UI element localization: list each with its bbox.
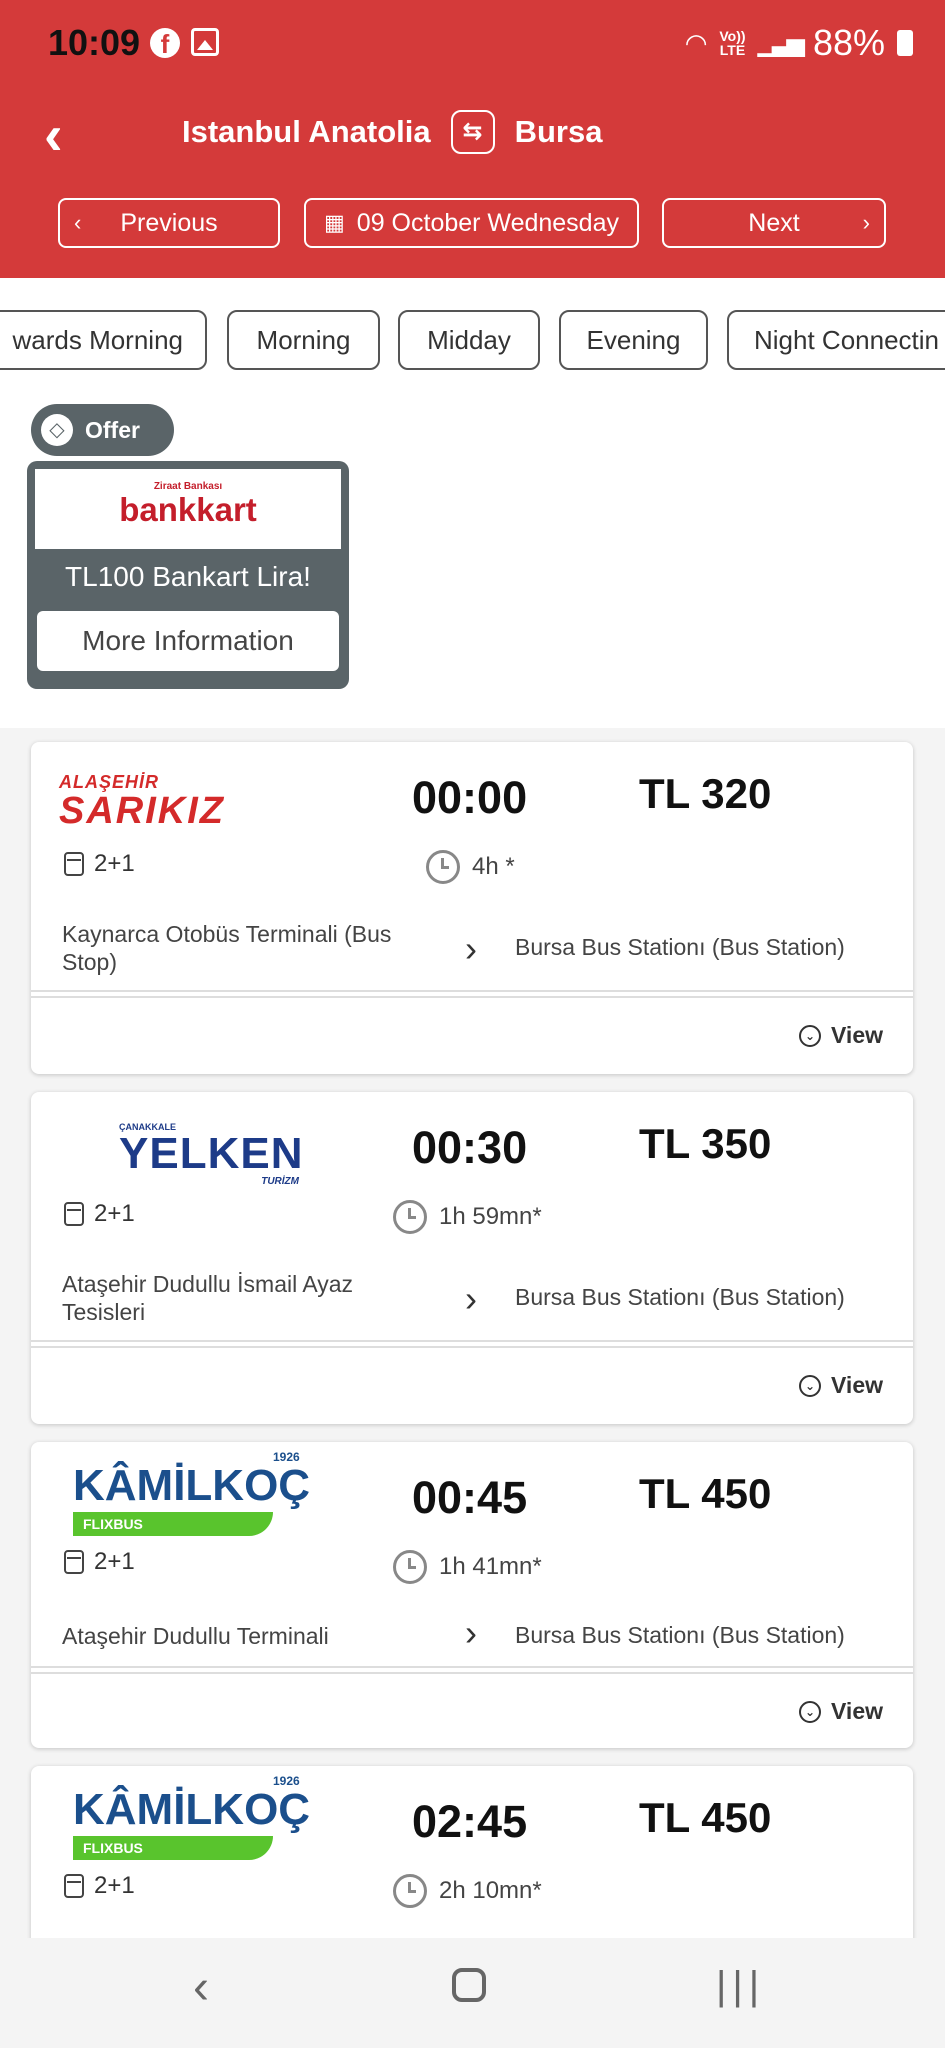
origin-label: Istanbul Anatolia <box>182 114 431 149</box>
seat-layout: 2+1 <box>64 850 135 878</box>
company-logo-sarikiz: ALAŞEHİR SARIKIZ <box>59 772 225 832</box>
facebook-icon: f <box>150 28 180 59</box>
trip-card[interactable]: ÇANAKKALE YELKEN TURİZM 2+1 00:30 TL 350… <box>31 1092 913 1424</box>
chevron-left-icon: ‹ <box>74 210 82 235</box>
duration: 4h * <box>426 850 515 884</box>
filter-morning[interactable]: Morning <box>227 310 380 370</box>
status-time: 10:09 <box>48 22 141 63</box>
divider <box>31 990 913 998</box>
chevron-down-circle-icon: ⌄ <box>799 1374 821 1397</box>
calendar-icon: ▦ <box>324 210 345 235</box>
view-button[interactable]: ⌄ View <box>799 1698 883 1725</box>
next-day-button[interactable]: Next › <box>662 198 886 248</box>
back-icon[interactable]: ‹ <box>44 107 63 163</box>
previous-day-button[interactable]: ‹ Previous <box>58 198 280 248</box>
diamond-icon: ◇ <box>41 414 73 446</box>
view-button[interactable]: ⌄ View <box>799 1372 883 1399</box>
price: TL 350 <box>639 1120 772 1167</box>
filter-towards-morning[interactable]: wards Morning <box>0 310 207 370</box>
time-filters: wards Morning Morning Midday Evening Nig… <box>0 278 945 398</box>
chevron-right-icon: › <box>465 928 477 969</box>
departure-time: 02:45 <box>412 1796 528 1847</box>
divider <box>31 1666 913 1674</box>
nav-row: ‹ Istanbul Anatolia ⇆ Bursa <box>0 100 945 170</box>
battery-percent: 88% <box>812 22 885 63</box>
offer-text: TL100 Bankart Lira! <box>65 561 311 592</box>
signal-icon: ▁▃▅ <box>757 29 805 57</box>
filter-night-connecting[interactable]: Night Connectin <box>727 310 945 370</box>
arrival-stop: Bursa Bus Stationı (Bus Station) <box>515 934 845 960</box>
departure-time: 00:30 <box>412 1122 528 1173</box>
system-back-icon[interactable]: ‹ <box>193 1960 209 2015</box>
system-recents-icon[interactable]: ||| <box>716 1964 765 2009</box>
lte-icon: Vo)) LTE <box>719 28 746 58</box>
trip-card[interactable]: 1926 KÂMİLKOÇ FLIXBUS 2+1 02:45 TL 450 2… <box>31 1766 913 1966</box>
more-information-button[interactable]: More Information <box>37 611 339 671</box>
clock-icon <box>393 1550 427 1584</box>
system-nav-bar: ‹ ||| <box>0 1938 945 2048</box>
gallery-icon <box>191 28 219 56</box>
wifi-icon: ◠ <box>684 27 708 58</box>
date-bar: ‹ Previous ▦ 09 October Wednesday Next › <box>0 198 945 250</box>
departure-stop: Kaynarca Otobüs Terminali (Bus Stop) <box>62 921 392 975</box>
filter-midday[interactable]: Midday <box>398 310 540 370</box>
duration: 1h 59mn* <box>393 1200 542 1234</box>
date-picker-button[interactable]: ▦ 09 October Wednesday <box>304 198 639 248</box>
chevron-right-icon: › <box>465 1278 477 1319</box>
status-bar: 10:09 f ◠ Vo)) LTE ▁▃▅ 88% <box>0 0 945 90</box>
bankkart-logo: Ziraat Bankası bankkart <box>35 469 341 549</box>
trip-card[interactable]: ALAŞEHİR SARIKIZ 2+1 00:00 TL 320 4h * K… <box>31 742 913 1074</box>
price: TL 320 <box>639 770 772 817</box>
clock-icon <box>426 850 460 884</box>
offer-section: ◇ Offer Ziraat Bankası bankkart TL100 Ba… <box>0 398 945 728</box>
swap-icon[interactable]: ⇆ <box>450 110 495 154</box>
battery-icon <box>897 30 913 56</box>
system-home-icon[interactable] <box>452 1968 486 2002</box>
trip-card[interactable]: 1926 KÂMİLKOÇ FLIXBUS 2+1 00:45 TL 450 1… <box>31 1442 913 1748</box>
divider <box>31 1340 913 1348</box>
destination-label: Bursa <box>514 114 603 149</box>
seat-layout: 2+1 <box>64 1548 135 1576</box>
clock-icon <box>393 1200 427 1234</box>
duration: 1h 41mn* <box>393 1550 542 1584</box>
chevron-down-circle-icon: ⌄ <box>799 1024 821 1047</box>
route-title: Istanbul Anatolia ⇆ Bursa <box>182 110 602 154</box>
price: TL 450 <box>639 1794 772 1841</box>
seat-icon <box>64 1202 84 1226</box>
view-button[interactable]: ⌄ View <box>799 1022 883 1049</box>
departure-stop: Ataşehir Dudullu İsmail Ayaz Tesisleri <box>62 1271 354 1325</box>
company-logo-kamilkoc: 1926 KÂMİLKOÇ FLIXBUS <box>73 1774 333 1860</box>
seat-layout: 2+1 <box>64 1200 135 1228</box>
clock-icon <box>393 1874 427 1908</box>
chevron-right-icon: › <box>862 210 870 235</box>
departure-time: 00:00 <box>412 772 528 823</box>
arrival-stop: Bursa Bus Stationı (Bus Station) <box>515 1284 845 1310</box>
arrival-stop: Bursa Bus Stationı (Bus Station) <box>515 1622 845 1648</box>
filter-evening[interactable]: Evening <box>559 310 708 370</box>
status-right: ◠ Vo)) LTE ▁▃▅ 88% <box>685 22 913 64</box>
price: TL 450 <box>639 1470 772 1517</box>
app-header: 10:09 f ◠ Vo)) LTE ▁▃▅ 88% ‹ Istanbul Ana… <box>0 0 945 278</box>
duration: 2h 10mn* <box>393 1874 542 1908</box>
seat-layout: 2+1 <box>64 1872 135 1900</box>
seat-icon <box>64 1874 84 1898</box>
chevron-right-icon: › <box>465 1612 477 1653</box>
departure-stop: Ataşehir Dudullu Terminali <box>62 1623 329 1649</box>
offer-card[interactable]: Ziraat Bankası bankkart TL100 Bankart Li… <box>27 461 349 689</box>
seat-icon <box>64 852 84 876</box>
company-logo-kamilkoc: 1926 KÂMİLKOÇ FLIXBUS <box>73 1450 333 1536</box>
seat-icon <box>64 1550 84 1574</box>
chevron-down-circle-icon: ⌄ <box>799 1700 821 1723</box>
company-logo-yelken: ÇANAKKALE YELKEN TURİZM <box>119 1122 304 1187</box>
departure-time: 00:45 <box>412 1472 528 1523</box>
offer-badge: ◇ Offer <box>31 404 174 456</box>
